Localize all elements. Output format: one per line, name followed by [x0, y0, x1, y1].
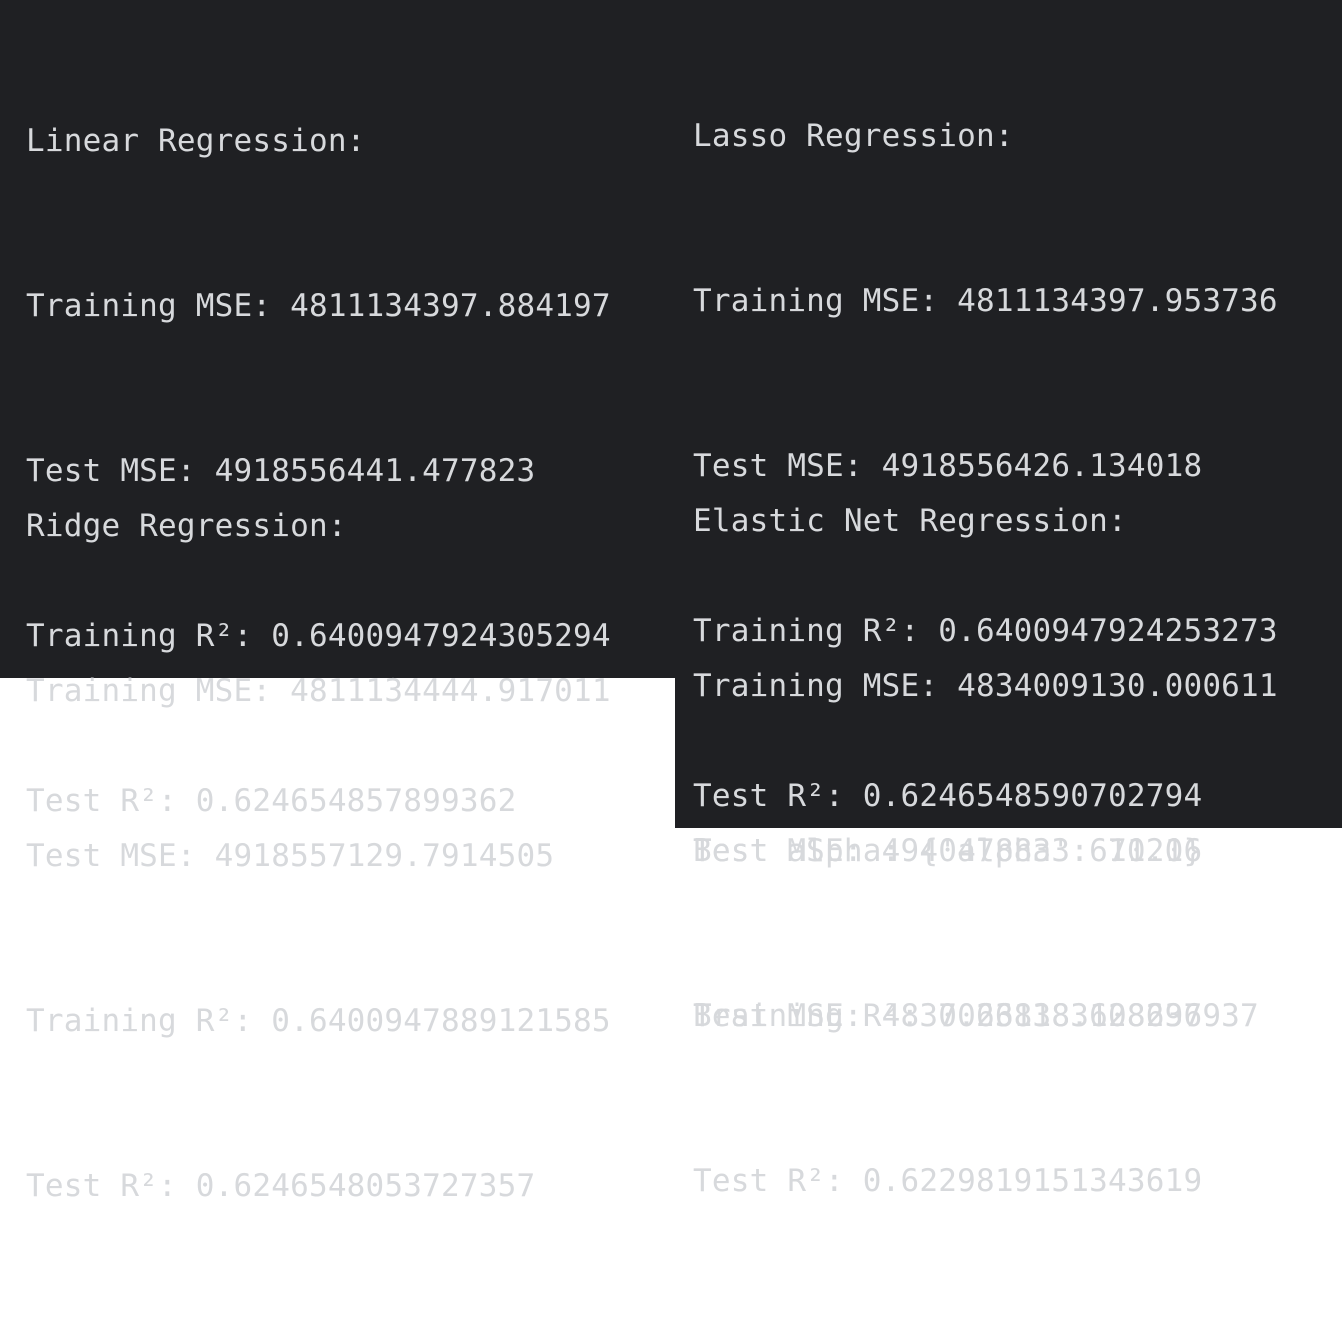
ridge-training-mse: Training MSE: 4811134444.917011 — [26, 673, 611, 709]
best-alpha: Best alpha: {'alpha': 10.0} — [693, 833, 1203, 869]
lasso-training-mse: Training MSE: 4811134397.953736 — [693, 283, 1278, 319]
ridge-regression-results: Ridge Regression: Training MSE: 48111344… — [26, 389, 611, 1324]
ridge-test-r2: Test R²: 0.6246548053727357 — [26, 1168, 536, 1204]
best-parameters-results: Best alpha: {'alpha': 10.0} Best MSE: 48… — [693, 714, 1202, 1154]
console-output-left-panel: Linear Regression: Training MSE: 4811134… — [0, 0, 675, 1204]
console-output-right-panel: Lasso Regression: Training MSE: 48111343… — [675, 0, 1342, 1199]
best-mse: Best MSE: 4837026118.128297 — [693, 998, 1203, 1034]
ridge-training-r2: Training R²: 0.6400947889121585 — [26, 1003, 611, 1039]
linear-regression-title: Linear Regression: — [26, 123, 366, 159]
ridge-regression-title: Ridge Regression: — [26, 508, 347, 544]
lasso-regression-title: Lasso Regression: — [693, 118, 1014, 154]
elastic-net-regression-title: Elastic Net Regression: — [693, 503, 1127, 539]
linear-training-mse: Training MSE: 4811134397.884197 — [26, 288, 611, 324]
elastic-training-mse: Training MSE: 4834009130.000611 — [693, 668, 1278, 704]
elastic-test-r2: Test R²: 0.6229819151343619 — [693, 1163, 1203, 1199]
ridge-test-mse: Test MSE: 4918557129.7914505 — [26, 838, 555, 874]
